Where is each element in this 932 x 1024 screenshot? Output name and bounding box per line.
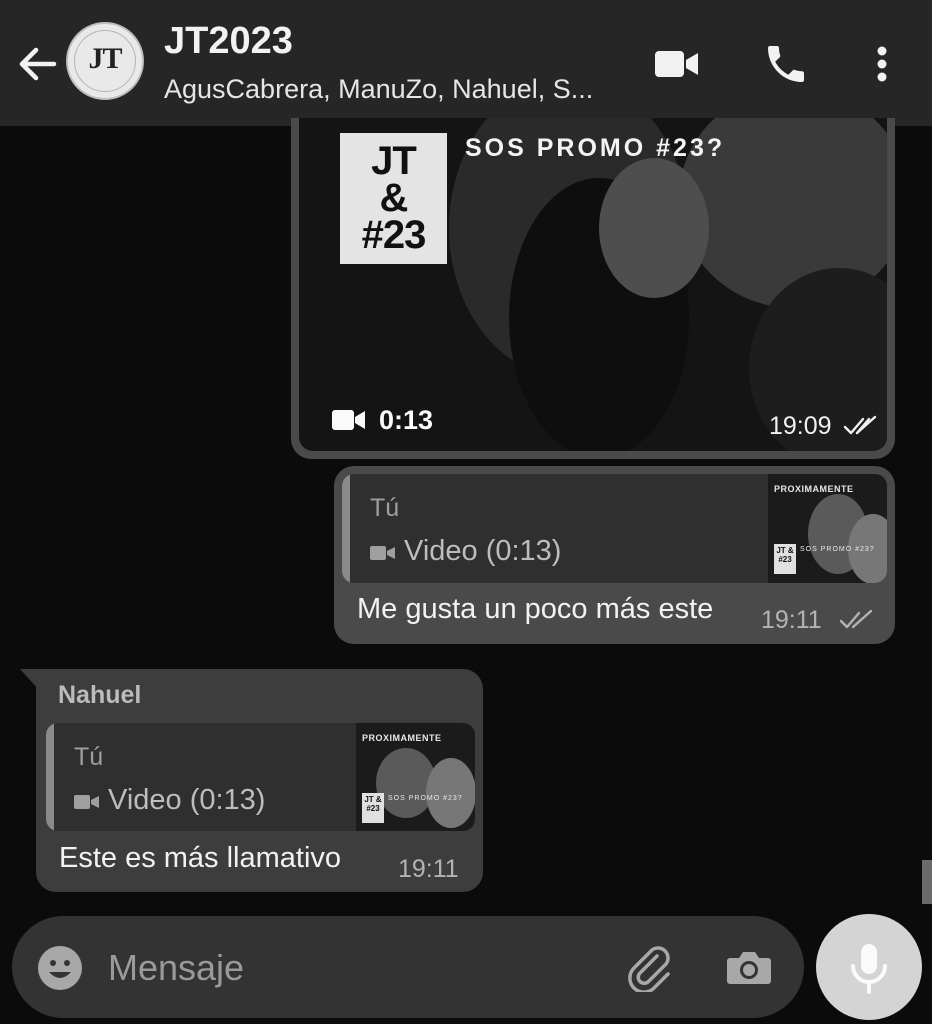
video-camera-icon xyxy=(370,546,395,560)
video-camera-icon xyxy=(655,51,698,77)
video-logo-box: JT & #23 xyxy=(340,133,447,264)
logo-line: #23 xyxy=(361,213,427,257)
phone-icon xyxy=(768,46,804,82)
message-text: Me gusta un poco más este xyxy=(357,593,714,625)
message-input[interactable] xyxy=(108,940,588,996)
incoming-message-bubble[interactable]: Nahuel Tú Video (0:13) PROXIMAMENTE JT &… xyxy=(36,669,483,892)
video-message-bubble: JT & #23 SOS PROMO #23? 0:13 19:09 xyxy=(291,118,895,459)
sender-name[interactable]: Nahuel xyxy=(58,681,141,710)
thumb-logo: JT & #23 xyxy=(362,793,384,823)
thumb-logo: JT & #23 xyxy=(774,544,796,574)
thumb-figure-shape xyxy=(426,758,475,828)
chat-header: JT JT2023 AgusCabrera, ManuZo, Nahuel, S… xyxy=(0,0,932,126)
thumb-title: PROXIMAMENTE xyxy=(774,484,854,494)
video-camera-icon xyxy=(332,410,365,430)
quote-thumbnail: PROXIMAMENTE JT & #23 SOS PROMO #23? xyxy=(356,723,475,831)
camera-button[interactable] xyxy=(724,942,774,992)
double-check-icon xyxy=(843,415,877,437)
quote-thumbnail: PROXIMAMENTE JT & #23 SOS PROMO #23? xyxy=(768,474,887,583)
quote-text: Video (0:13) xyxy=(404,535,562,567)
back-button[interactable] xyxy=(14,40,62,88)
message-composer xyxy=(12,916,804,1018)
chat-participants[interactable]: AgusCabrera, ManuZo, Nahuel, S... xyxy=(164,74,614,105)
video-overlay-title: SOS PROMO #23? xyxy=(465,134,726,162)
quote-accent-bar xyxy=(342,474,350,583)
video-camera-icon xyxy=(74,795,99,809)
quote-author: Tú xyxy=(370,494,400,522)
message-time: 19:11 xyxy=(761,606,822,634)
group-avatar[interactable]: JT xyxy=(66,22,144,100)
arrow-left-icon xyxy=(19,47,57,81)
quote-text: Video (0:13) xyxy=(108,784,266,816)
quote-author: Tú xyxy=(74,743,104,771)
emoji-button[interactable] xyxy=(36,944,84,992)
double-check-icon xyxy=(839,609,873,629)
message-time: 19:11 xyxy=(398,855,459,883)
menu-button[interactable] xyxy=(858,40,906,88)
camera-icon xyxy=(727,952,771,984)
outgoing-message-bubble[interactable]: Tú Video (0:13) PROXIMAMENTE JT & #23 SO… xyxy=(334,466,895,644)
chat-title[interactable]: JT2023 xyxy=(164,20,293,63)
quote-accent-bar xyxy=(46,723,54,831)
thumb-caption: SOS PROMO #23? xyxy=(800,546,875,553)
video-duration: 0:13 xyxy=(379,405,434,435)
video-player[interactable]: JT & #23 SOS PROMO #23? 0:13 19:09 xyxy=(299,118,887,451)
voice-call-button[interactable] xyxy=(762,40,810,88)
message-text: Este es más llamativo xyxy=(59,842,342,874)
microphone-icon xyxy=(851,944,887,994)
logo-line: JT xyxy=(371,139,417,183)
thumb-title: PROXIMAMENTE xyxy=(362,733,442,743)
avatar-monogram: JT xyxy=(88,42,122,75)
quoted-message[interactable]: Tú Video (0:13) PROXIMAMENTE JT & #23 SO… xyxy=(342,474,887,583)
video-figure-shape xyxy=(599,158,709,298)
emoji-icon xyxy=(38,946,82,990)
more-vertical-icon xyxy=(877,46,887,82)
paperclip-icon xyxy=(628,946,670,994)
attach-button[interactable] xyxy=(624,942,674,994)
quoted-message[interactable]: Tú Video (0:13) PROXIMAMENTE JT & #23 SO… xyxy=(46,723,475,831)
chat-scrollbar[interactable] xyxy=(922,860,932,904)
thumb-caption: SOS PROMO #23? xyxy=(388,795,463,802)
video-call-button[interactable] xyxy=(652,40,700,88)
message-time: 19:09 xyxy=(769,412,832,440)
logo-line: & xyxy=(379,176,409,220)
voice-message-button[interactable] xyxy=(816,914,922,1020)
